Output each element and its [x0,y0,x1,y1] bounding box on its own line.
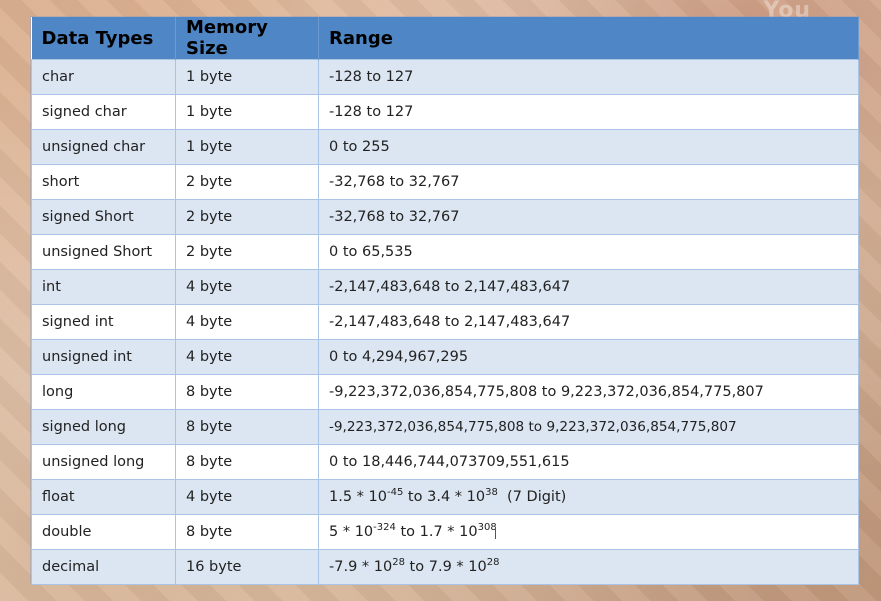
header-memory-size: Memory Size [175,17,319,60]
cell-type: signed long [31,409,176,445]
range-part-a: -7.9 * 10 [329,559,393,575]
data-types-table-container: Data Types Memory Size Range char 1 byte… [31,17,859,585]
cell-range: -7.9 * 1028 to 7.9 * 1028 [318,549,859,585]
cell-size: 1 byte [175,94,319,130]
cell-type: unsigned char [31,129,176,165]
cell-size: 4 byte [175,339,319,375]
data-types-table: Data Types Memory Size Range char 1 byte… [31,17,859,585]
cell-type: short [31,164,176,200]
table-row: signed int 4 byte -2,147,483,648 to 2,14… [31,304,859,340]
cell-size: 1 byte [175,129,319,165]
cell-size: 4 byte [175,269,319,305]
range-exponent-b: 28 [486,557,500,569]
table-row: int 4 byte -2,147,483,648 to 2,147,483,6… [31,269,859,305]
cell-type: char [31,59,176,95]
cell-size: 4 byte [175,479,319,515]
cell-range: 0 to 18,446,744,073709,551,615 [318,444,859,480]
cell-range: -9,223,372,036,854,775,808 to 9,223,372,… [318,374,859,410]
header-data-types: Data Types [31,17,176,60]
range-part-b: to 7.9 * 10 [404,559,487,575]
cell-size: 2 byte [175,199,319,235]
cell-size: 16 byte [175,549,319,585]
table-row: signed long 8 byte -9,223,372,036,854,77… [31,409,859,445]
table-row: long 8 byte -9,223,372,036,854,775,808 t… [31,374,859,410]
cell-type: signed int [31,304,176,340]
cell-type: unsigned Short [31,234,176,270]
range-exponent-b: 38 [485,487,498,499]
cell-size: 8 byte [175,409,319,445]
cell-type: long [31,374,176,410]
cell-range: 1.5 * 10-45 to 3.4 * 1038 (7 Digit) [318,479,859,515]
table-row: signed char 1 byte -128 to 127 [31,94,859,130]
range-part-b: to 1.7 * 10 [395,524,478,540]
cell-type: signed Short [31,199,176,235]
table-row: double 8 byte 5 * 10-324 to 1.7 * 10308 [31,514,859,550]
cell-size: 4 byte [175,304,319,340]
table-row: signed Short 2 byte -32,768 to 32,767 [31,199,859,235]
cell-size: 8 byte [175,374,319,410]
table-row: decimal 16 byte -7.9 * 1028 to 7.9 * 102… [31,549,859,585]
cell-type: double [31,514,176,550]
range-part-a: 5 * 10 [329,524,374,540]
table-row: unsigned Short 2 byte 0 to 65,535 [31,234,859,270]
table-row: unsigned char 1 byte 0 to 255 [31,129,859,165]
table-row: short 2 byte -32,768 to 32,767 [31,164,859,200]
range-exponent-a: 28 [392,557,405,569]
range-note: (7 Digit) [497,489,567,505]
cell-size: 8 byte [175,514,319,550]
table-row: unsigned int 4 byte 0 to 4,294,967,295 [31,339,859,375]
cell-size: 1 byte [175,59,319,95]
cell-type: unsigned int [31,339,176,375]
cell-size: 2 byte [175,234,319,270]
cell-range: 0 to 4,294,967,295 [318,339,859,375]
range-part-b: to 3.4 * 10 [403,489,486,505]
cell-range: -2,147,483,648 to 2,147,483,647 [318,269,859,305]
table-row: char 1 byte -128 to 127 [31,59,859,95]
cell-type: float [31,479,176,515]
header-range: Range [318,17,859,60]
table-row: float 4 byte 1.5 * 10-45 to 3.4 * 1038 (… [31,479,859,515]
cell-type: int [31,269,176,305]
cell-range: -128 to 127 [318,59,859,95]
cell-type: decimal [31,549,176,585]
range-exponent-a: -324 [373,522,396,534]
cell-range: 0 to 255 [318,129,859,165]
cell-range: -32,768 to 32,767 [318,164,859,200]
range-part-a: 1.5 * 10 [329,489,387,505]
cell-range: -9,223,372,036,854,775,808 to 9,223,372,… [318,409,859,445]
table-header-row: Data Types Memory Size Range [31,17,859,60]
cell-range: -128 to 127 [318,94,859,130]
cell-range: -32,768 to 32,767 [318,199,859,235]
range-exponent-a: -45 [386,487,404,499]
text-cursor-icon [494,527,498,539]
cell-size: 2 byte [175,164,319,200]
table-row: unsigned long 8 byte 0 to 18,446,744,073… [31,444,859,480]
cell-type: unsigned long [31,444,176,480]
cell-range: 0 to 65,535 [318,234,859,270]
cell-size: 8 byte [175,444,319,480]
cell-range: 5 * 10-324 to 1.7 * 10308 [318,514,859,550]
cell-type: signed char [31,94,176,130]
cell-range: -2,147,483,648 to 2,147,483,647 [318,304,859,340]
